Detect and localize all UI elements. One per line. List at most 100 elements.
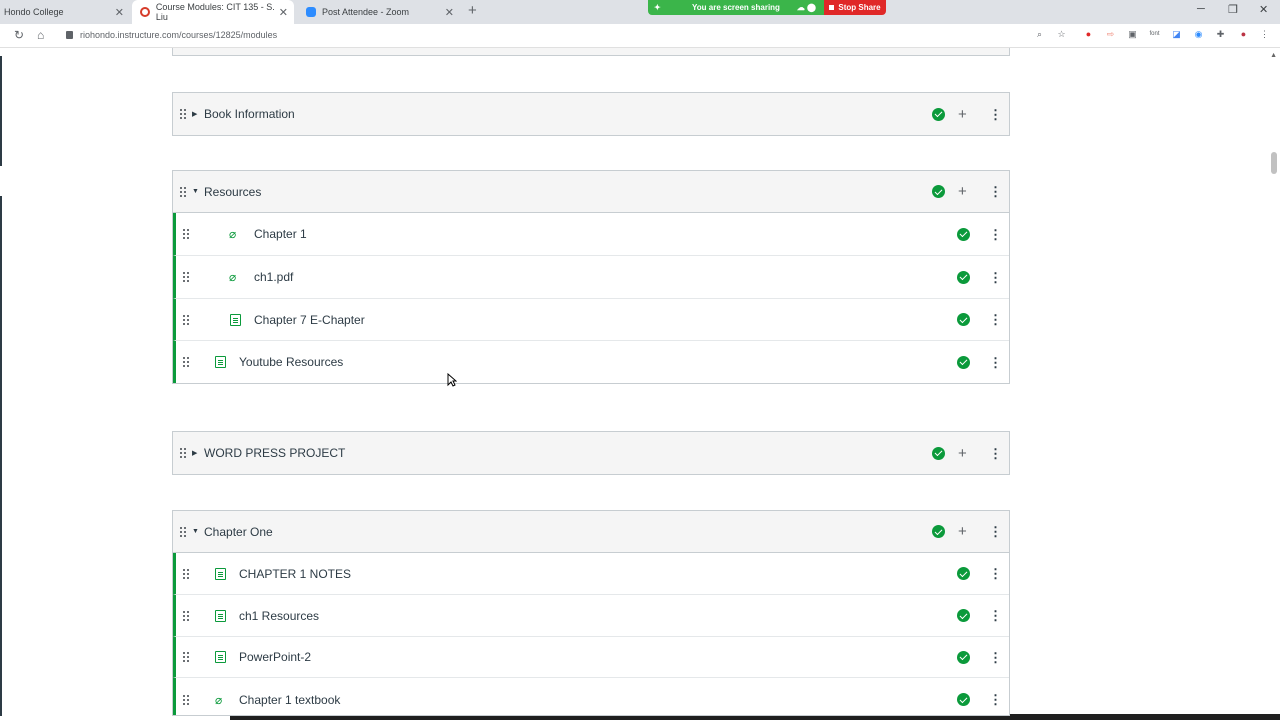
module-item[interactable]: ⌀ ch1.pdf ⋮ (173, 256, 1009, 299)
item-options-kebab-icon[interactable]: ⋮ (989, 609, 1002, 622)
published-check-icon[interactable] (932, 446, 945, 460)
published-check-icon[interactable] (932, 525, 945, 538)
restore-icon[interactable]: ❐ (1228, 3, 1238, 16)
close-tab-icon[interactable]: ✕ (279, 6, 288, 19)
module-item[interactable]: ⌀ Chapter 1 textbook ⋮ (173, 678, 1009, 715)
lock-icon[interactable] (66, 31, 73, 39)
drag-handle-icon[interactable] (182, 228, 190, 240)
drag-handle-icon[interactable] (179, 525, 187, 538)
drag-handle-icon[interactable] (182, 609, 190, 622)
published-check-icon[interactable] (957, 355, 970, 369)
module-item-title[interactable]: Chapter 1 textbook (239, 693, 340, 707)
opera-extension-icon[interactable]: ● (1083, 29, 1094, 40)
page-scrollbar[interactable] (1268, 48, 1280, 716)
browser-tab[interactable]: Post Attendee - Zoom ✕ (298, 0, 460, 24)
published-check-icon[interactable] (957, 693, 970, 706)
zoom-extension-icon[interactable]: ◉ (1193, 29, 1204, 40)
module-title[interactable]: Chapter One (204, 525, 273, 539)
item-options-kebab-icon[interactable]: ⋮ (989, 651, 1002, 664)
translate-extension-icon[interactable]: ◪ (1171, 29, 1182, 40)
module-item-title[interactable]: ch1 Resources (239, 609, 319, 623)
home-icon[interactable]: ⌂ (37, 28, 44, 42)
published-check-icon[interactable] (957, 313, 970, 326)
share-options-icon[interactable]: ☁ ⬤ (797, 3, 816, 12)
extensions-puzzle-icon[interactable]: ✚ (1215, 29, 1226, 40)
add-item-plus-icon[interactable]: + (958, 445, 967, 462)
module-options-kebab-icon[interactable]: ⋮ (989, 108, 1002, 121)
extension-icon[interactable]: ▣ (1127, 29, 1138, 40)
drag-handle-icon[interactable] (179, 447, 187, 459)
module-item[interactable]: ch1 Resources ⋮ (173, 595, 1009, 637)
drag-handle-icon[interactable] (182, 693, 190, 706)
scroll-up-arrow-icon[interactable]: ▲ (1270, 52, 1277, 59)
minimize-icon[interactable]: ─ (1197, 3, 1205, 15)
bookmark-star-icon[interactable]: ☆ (1056, 29, 1067, 40)
zoom-magnifier-icon[interactable]: ⌕ (1034, 29, 1045, 40)
close-tab-icon[interactable]: ✕ (115, 6, 124, 19)
module-item[interactable]: Chapter 7 E-Chapter ⋮ (173, 299, 1009, 341)
module-item-title[interactable]: CHAPTER 1 NOTES (239, 567, 351, 581)
module-options-kebab-icon[interactable]: ⋮ (989, 185, 1002, 198)
screen-share-status: ✦ You are screen sharing ☁ ⬤ (648, 0, 824, 15)
module-header[interactable]: ▶ WORD PRESS PROJECT + ⋮ (173, 432, 1009, 474)
published-check-icon[interactable] (932, 107, 945, 121)
add-item-plus-icon[interactable]: + (958, 183, 967, 200)
module-title[interactable]: Resources (204, 185, 261, 199)
module-options-kebab-icon[interactable]: ⋮ (989, 447, 1002, 460)
published-check-icon[interactable] (957, 650, 970, 664)
published-check-icon[interactable] (957, 609, 970, 622)
drag-handle-icon[interactable] (179, 108, 187, 120)
reload-icon[interactable]: ↻ (14, 28, 24, 42)
close-tab-icon[interactable]: ✕ (445, 6, 454, 19)
course-nav-edge (0, 56, 2, 166)
font-extension-icon[interactable]: font (1149, 29, 1160, 40)
module-item-title[interactable]: PowerPoint-2 (239, 650, 311, 664)
scrollbar-thumb[interactable] (1271, 152, 1277, 174)
item-options-kebab-icon[interactable]: ⋮ (989, 356, 1002, 369)
add-item-plus-icon[interactable]: + (958, 523, 967, 540)
drag-handle-icon[interactable] (182, 356, 190, 368)
drag-handle-icon[interactable] (182, 651, 190, 663)
url-field[interactable]: riohondo.instructure.com/courses/12825/m… (80, 30, 277, 40)
module-header[interactable]: ▼ Resources + ⋮ (173, 171, 1009, 213)
item-options-kebab-icon[interactable]: ⋮ (989, 228, 1002, 241)
module-title[interactable]: Book Information (204, 107, 295, 121)
published-check-icon[interactable] (957, 270, 970, 284)
close-window-icon[interactable]: ✕ (1259, 3, 1268, 16)
browser-menu-icon[interactable]: ⋮ (1259, 29, 1270, 40)
drag-handle-icon[interactable] (182, 313, 190, 326)
module-item[interactable]: Youtube Resources ⋮ (173, 341, 1009, 383)
collapse-caret-icon[interactable]: ▼ (192, 188, 199, 195)
module-item-title[interactable]: Chapter 1 (254, 227, 307, 241)
browser-tab[interactable]: Hondo College ✕ (0, 0, 130, 24)
module-item-title[interactable]: ch1.pdf (254, 270, 293, 284)
published-check-icon[interactable] (932, 185, 945, 198)
item-options-kebab-icon[interactable]: ⋮ (989, 567, 1002, 580)
published-check-icon[interactable] (957, 567, 970, 580)
module-options-kebab-icon[interactable]: ⋮ (989, 525, 1002, 538)
new-tab-icon[interactable]: + (468, 2, 477, 19)
module-header[interactable]: ▶ Book Information + ⋮ (173, 93, 1009, 135)
expand-caret-icon[interactable]: ▶ (192, 110, 197, 118)
browser-tab-active[interactable]: Course Modules: CIT 135 - S. Liu ✕ (132, 0, 294, 24)
stop-share-button[interactable]: Stop Share (824, 0, 886, 15)
item-options-kebab-icon[interactable]: ⋮ (989, 271, 1002, 284)
extension-icon[interactable]: ⇨ (1105, 29, 1116, 40)
published-check-icon[interactable] (957, 227, 970, 241)
drag-handle-icon[interactable] (182, 567, 190, 580)
item-options-kebab-icon[interactable]: ⋮ (989, 693, 1002, 706)
expand-caret-icon[interactable]: ▶ (192, 449, 197, 457)
drag-handle-icon[interactable] (182, 271, 190, 283)
drag-handle-icon[interactable] (179, 185, 187, 198)
module-item[interactable]: CHAPTER 1 NOTES ⋮ (173, 553, 1009, 595)
module-item-title[interactable]: Chapter 7 E-Chapter (254, 313, 365, 327)
module-item-title[interactable]: Youtube Resources (239, 355, 343, 369)
item-options-kebab-icon[interactable]: ⋮ (989, 313, 1002, 326)
module-item[interactable]: PowerPoint-2 ⋮ (173, 637, 1009, 678)
add-item-plus-icon[interactable]: + (958, 106, 967, 123)
profile-avatar-icon[interactable]: ● (1238, 29, 1249, 40)
collapse-caret-icon[interactable]: ▼ (192, 528, 199, 535)
module-item[interactable]: ⌀ Chapter 1 ⋮ (173, 213, 1009, 256)
module-title[interactable]: WORD PRESS PROJECT (204, 446, 345, 460)
module-header[interactable]: ▼ Chapter One + ⋮ (173, 511, 1009, 553)
